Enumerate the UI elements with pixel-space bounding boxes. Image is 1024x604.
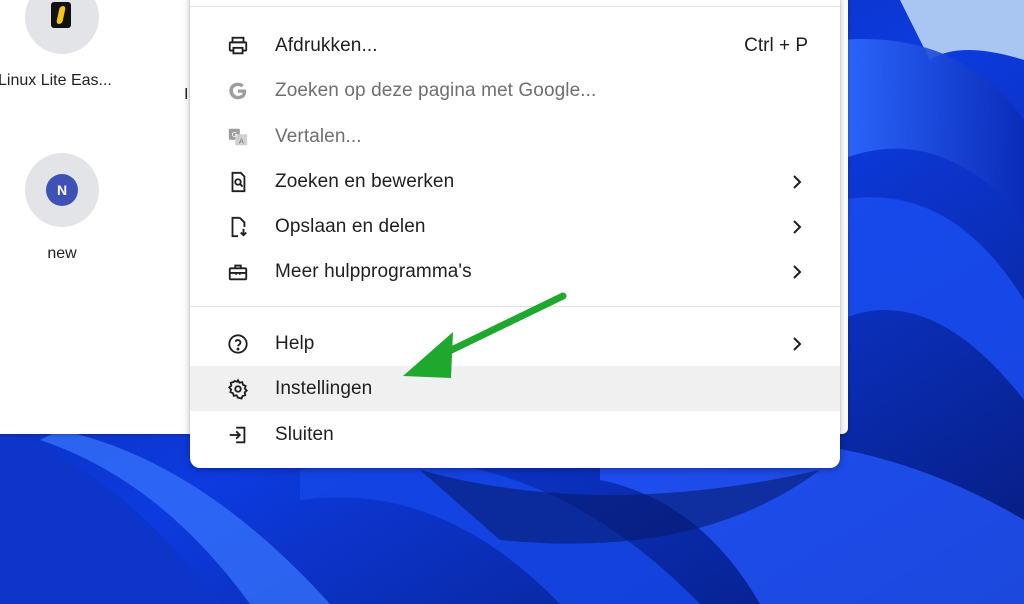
- shortcut-tile: [25, 0, 99, 54]
- save-file-icon: [226, 215, 250, 239]
- menu-item-label: Opslaan en delen: [275, 215, 426, 237]
- shortcut-label: new: [47, 245, 77, 262]
- google-g-icon: [226, 79, 250, 103]
- chevron-right-icon: [790, 264, 804, 279]
- svg-text:G: G: [232, 130, 238, 139]
- menu-item-translate[interactable]: G A Vertalen...: [190, 114, 840, 159]
- translate-icon: G A: [226, 125, 250, 149]
- menu-item-label: Instellingen: [275, 377, 373, 399]
- menu-item-label: Vertalen...: [275, 125, 362, 147]
- linux-lite-logo-icon: [51, 2, 71, 28]
- browser-menu: Afdrukken... Ctrl + P Zoeken op deze pag…: [190, 0, 840, 468]
- letter-avatar-icon: N: [46, 174, 78, 206]
- menu-item-save-share[interactable]: Opslaan en delen: [190, 204, 840, 249]
- shortcut-linux-lite[interactable]: Linux Lite Eas...: [0, 0, 132, 90]
- printer-icon: [226, 34, 250, 58]
- menu-item-label: Zoeken en bewerken: [275, 170, 455, 192]
- menu-item-find-edit[interactable]: Zoeken en bewerken: [190, 159, 840, 204]
- svg-text:A: A: [239, 136, 244, 145]
- menu-item-exit[interactable]: Sluiten: [190, 412, 840, 457]
- chevron-right-icon: [790, 174, 804, 189]
- chevron-right-icon: [790, 219, 804, 234]
- menu-item-label: Afdrukken...: [275, 34, 378, 56]
- menu-item-label: Help: [275, 332, 315, 354]
- menu-item-label: Sluiten: [275, 423, 334, 445]
- help-circle-icon: [226, 332, 250, 356]
- menu-item-label: Meer hulpprogramma's: [275, 260, 472, 282]
- shortcut-tile: N: [25, 153, 99, 227]
- menu-item-label: Zoeken op deze pagina met Google...: [275, 79, 597, 101]
- menu-divider: [190, 6, 840, 7]
- shortcut-label: Linux Lite Eas...: [0, 72, 112, 89]
- find-page-icon: [226, 170, 250, 194]
- gear-icon: [226, 377, 250, 401]
- exit-icon: [226, 423, 250, 447]
- keyboard-shortcut: Ctrl + P: [744, 34, 808, 56]
- menu-item-print[interactable]: Afdrukken... Ctrl + P: [190, 23, 840, 68]
- annotation-arrow-icon: [403, 292, 567, 378]
- shortcut-label-partial: I: [184, 86, 189, 103]
- chevron-right-icon: [790, 336, 804, 351]
- toolbox-icon: [226, 260, 250, 284]
- shortcut-new[interactable]: N new: [0, 153, 132, 263]
- menu-item-search-google[interactable]: Zoeken op deze pagina met Google...: [190, 68, 840, 113]
